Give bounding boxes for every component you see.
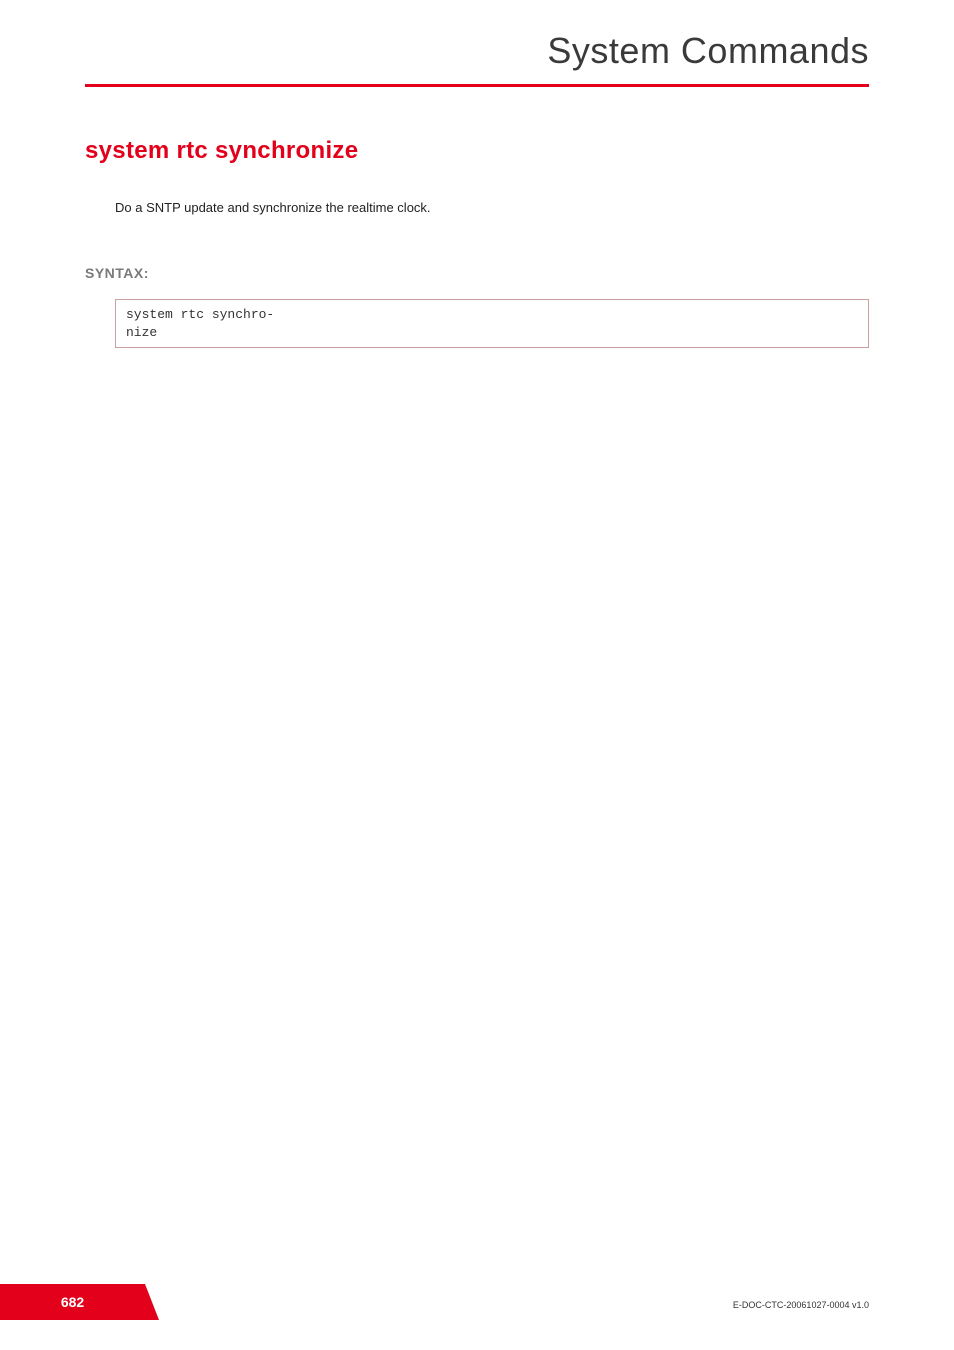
syntax-label: SYNTAX: xyxy=(85,265,869,281)
footer: 682 E-DOC-CTC-20061027-0004 v1.0 xyxy=(0,1284,954,1320)
syntax-code: system rtc synchro- nize xyxy=(126,306,286,341)
page-number: 682 xyxy=(61,1294,84,1310)
syntax-box: system rtc synchro- nize xyxy=(115,299,869,348)
command-description: Do a SNTP update and synchronize the rea… xyxy=(115,200,869,215)
command-title: system rtc synchronize xyxy=(85,137,869,165)
doc-id: E-DOC-CTC-20061027-0004 v1.0 xyxy=(733,1300,869,1310)
content-area: system rtc synchronize Do a SNTP update … xyxy=(0,87,954,348)
page-tab: 682 xyxy=(0,1284,145,1320)
chapter-title: System Commands xyxy=(0,0,954,84)
